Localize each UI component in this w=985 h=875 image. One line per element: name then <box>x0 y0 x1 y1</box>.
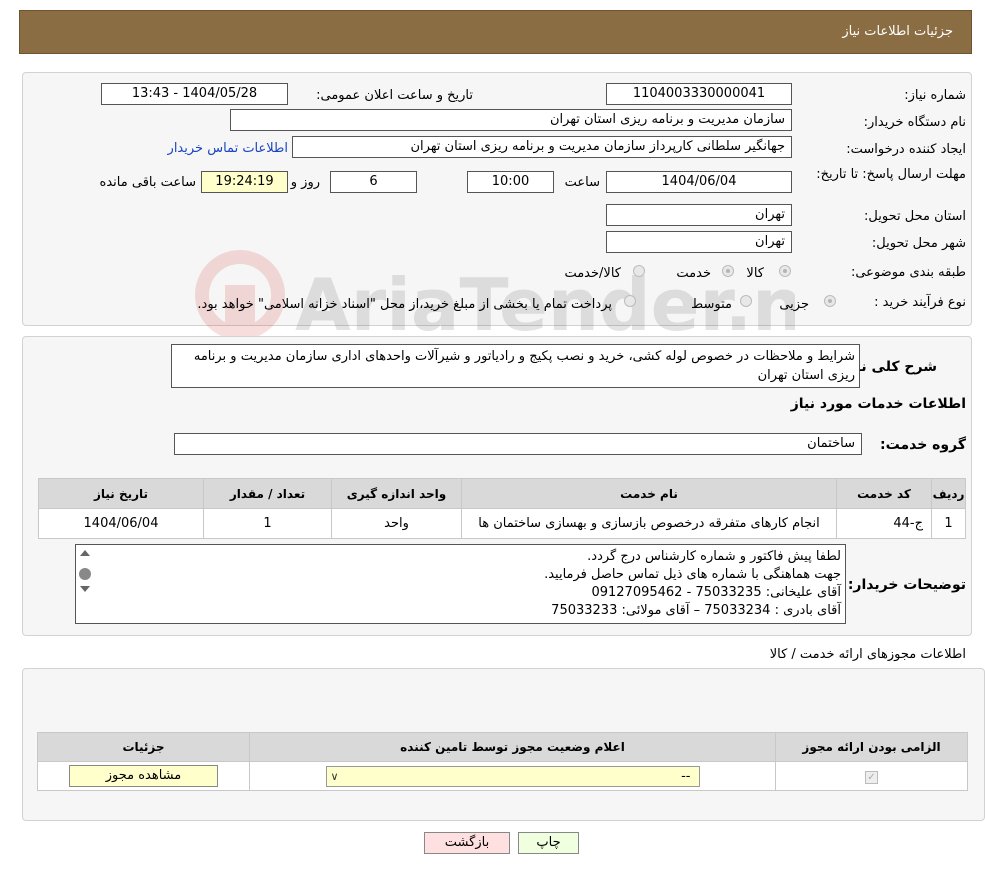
city-label: شهر محل تحویل: <box>871 236 966 251</box>
cell-need-date: 1404/06/04 <box>38 508 204 539</box>
buyer-notes-textarea[interactable]: لطفا پیش فاکتور و شماره کارشناس درج گردد… <box>75 544 846 624</box>
process-option-medium: متوسط <box>691 297 732 312</box>
cell-unit: واحد <box>331 508 462 539</box>
view-permit-button[interactable]: مشاهده مجوز <box>69 765 218 787</box>
creator-field: جهانگیر سلطانی کارپرداز سازمان مدیریت و … <box>292 136 792 158</box>
required-checkbox[interactable]: ✓ <box>865 770 878 784</box>
col-unit: واحد اندازه گیری <box>331 478 462 509</box>
col-service-code: کد خدمت <box>836 478 932 509</box>
col-permit-details: جزئیات <box>37 732 250 762</box>
cell-service-name: انجام کارهای متفرقه درخصوص بازسازی و بهس… <box>461 508 837 539</box>
days-label: روز و <box>290 175 320 190</box>
announce-label: تاریخ و ساعت اعلان عمومی: <box>316 88 473 103</box>
permits-table: الزامی بودن ارائه مجوز اعلام وضعیت مجوز … <box>37 732 968 791</box>
remaining-time-field: 19:24:19 <box>201 171 288 193</box>
col-service-name: نام خدمت <box>461 478 837 509</box>
col-row: ردیف <box>931 478 966 509</box>
print-button[interactable]: چاپ <box>518 832 579 854</box>
permit-status-select[interactable]: -- ∨ <box>325 765 700 787</box>
creator-label: ایجاد کننده درخواست: <box>846 142 966 157</box>
buyer-notes-line: لطفا پیش فاکتور و شماره کارشناس درج گردد… <box>587 549 841 564</box>
buyer-notes-line: آقای علیخانی: 75033235 - 09127095462 <box>591 585 841 600</box>
service-group-label: گروه خدمت: <box>880 437 966 453</box>
col-quantity: تعداد / مقدار <box>203 478 332 509</box>
cell-row: 1 <box>931 508 966 539</box>
scroll-thumb[interactable] <box>79 568 91 580</box>
col-permit-status: اعلام وضعیت مجوز توسط تامین کننده <box>249 732 776 762</box>
need-number-field: 1104003330000041 <box>606 83 792 105</box>
process-radio-medium[interactable] <box>740 295 752 307</box>
days-field: 6 <box>330 171 417 193</box>
process-option-minor: جزیی <box>779 297 809 312</box>
permits-title: اطلاعات مجوزهای ارائه خدمت / کالا <box>769 647 966 662</box>
announce-field: 1404/05/28 - 13:43 <box>101 83 288 105</box>
summary-text: شرایط و ملاحظات در خصوص لوله کشی، خرید و… <box>193 349 855 383</box>
chevron-down-icon: ∨ <box>330 769 339 783</box>
table-row: 1 ج-44 انجام کارهای متفرقه درخصوص بازساز… <box>38 508 966 539</box>
category-radio-both[interactable] <box>633 265 645 277</box>
table-row: ✓ -- ∨ مشاهده مجوز <box>37 761 968 791</box>
need-number-label: شماره نیاز: <box>904 88 966 103</box>
cell-permit-details: مشاهده مجوز <box>37 761 250 791</box>
category-option-service: خدمت <box>676 266 711 281</box>
cell-permit-status: -- ∨ <box>249 761 776 791</box>
buyer-notes-line: آقای بادری : 75033234 – آقای مولائی: 750… <box>551 603 841 618</box>
services-table: ردیف کد خدمت نام خدمت واحد اندازه گیری ت… <box>38 478 966 539</box>
process-radio-minor[interactable] <box>824 295 836 307</box>
process-radio-treasury[interactable] <box>624 295 636 307</box>
category-radio-service[interactable] <box>722 265 734 277</box>
scroll-down-icon[interactable] <box>80 586 90 592</box>
process-label: نوع فرآیند خرید : <box>874 295 966 310</box>
deadline-time-label: ساعت <box>564 175 600 190</box>
col-permit-required: الزامی بودن ارائه مجوز <box>775 732 968 762</box>
buyer-notes-line: جهت هماهنگی با شماره های ذیل تماس حاصل ف… <box>544 567 841 582</box>
buyer-notes-scrollbar[interactable] <box>77 546 93 622</box>
permit-status-value: -- <box>681 768 691 784</box>
service-group-field: ساختمان <box>174 433 862 455</box>
scroll-up-icon[interactable] <box>80 550 90 556</box>
page-title: جزئیات اطلاعات نیاز <box>842 24 953 39</box>
city-field: تهران <box>606 231 792 253</box>
remaining-label: ساعت باقی مانده <box>99 175 196 190</box>
cell-permit-required: ✓ <box>775 761 968 791</box>
deadline-time-field: 10:00 <box>467 171 554 193</box>
process-note: پرداخت تمام یا بخشی از مبلغ خرید،از محل … <box>197 297 612 312</box>
deadline-date-field: 1404/06/04 <box>606 171 792 193</box>
province-label: استان محل تحویل: <box>864 209 966 224</box>
buyer-org-field: سازمان مدیریت و برنامه ریزی استان تهران <box>230 109 792 131</box>
deadline-label: مهلت ارسال پاسخ: تا تاریخ: <box>816 167 966 182</box>
category-radio-goods[interactable] <box>779 265 791 277</box>
summary-textarea[interactable]: شرایط و ملاحظات در خصوص لوله کشی، خرید و… <box>171 344 860 388</box>
page-header: جزئیات اطلاعات نیاز <box>19 10 972 54</box>
cell-service-code: ج-44 <box>836 508 932 539</box>
buyer-notes-label: توضیحات خریدار: <box>847 577 966 593</box>
province-field: تهران <box>606 204 792 226</box>
services-title: اطلاعات خدمات مورد نیاز <box>790 396 966 412</box>
col-need-date: تاریخ نیاز <box>38 478 204 509</box>
back-button[interactable]: بازگشت <box>424 832 510 854</box>
buyer-contact-link[interactable]: اطلاعات تماس خریدار <box>168 141 288 156</box>
buyer-org-label: نام دستگاه خریدار: <box>863 115 966 130</box>
cell-quantity: 1 <box>203 508 332 539</box>
category-option-goods: کالا <box>746 266 764 281</box>
category-option-both: کالا/خدمت <box>564 266 621 281</box>
category-label: طبقه بندی موضوعی: <box>850 265 966 280</box>
